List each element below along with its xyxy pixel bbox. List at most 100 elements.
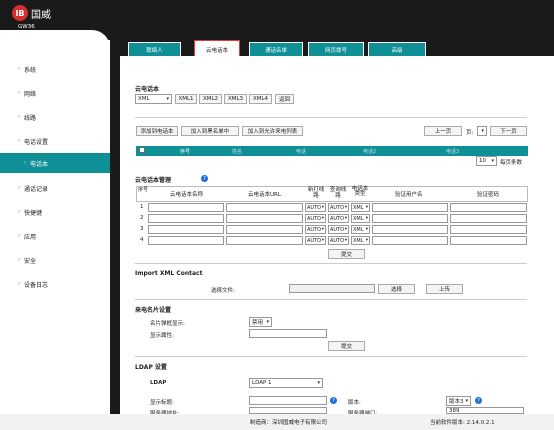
type-select[interactable]: XML [351, 225, 370, 234]
upload-button[interactable]: 上传 [426, 284, 463, 294]
sidebar-item-call-log[interactable]: › 通话记录 [0, 177, 110, 199]
sidebar-item-label: 通话记录 [24, 185, 49, 193]
sidebar-item-label: 应用 [24, 233, 37, 241]
name-input[interactable] [148, 203, 224, 212]
brand-logo: IB 国威 [12, 5, 51, 21]
type-select[interactable]: XML [351, 203, 370, 212]
mgmt-col-index: 序号 [138, 187, 149, 193]
page-select[interactable] [477, 126, 487, 136]
url-input[interactable] [226, 214, 303, 223]
sidebar-item-line[interactable]: › 线路 [0, 106, 110, 128]
add-to-phonebook-button[interactable]: 添加到电话本 [136, 126, 178, 136]
divider [135, 117, 527, 118]
tab-call-list[interactable]: 通话名单 [249, 42, 303, 56]
select-all-checkbox[interactable] [139, 147, 145, 153]
query-line-select[interactable]: AUTO [328, 214, 349, 223]
sidebar-item-phonebook[interactable]: › 电话本 [0, 153, 110, 173]
sidebar-item-device-log[interactable]: › 设备日志 [0, 273, 110, 295]
col-phone: 电话 [296, 149, 307, 155]
next-page-button[interactable]: 下一页 [490, 126, 527, 136]
xml4-button[interactable]: XML4 [249, 94, 272, 104]
password-input[interactable] [450, 225, 527, 234]
version-select[interactable]: 版本3 [446, 396, 471, 406]
version-label: 版本: [348, 400, 361, 406]
url-input[interactable] [226, 236, 303, 245]
firmware-version-text: 当前软件版本: 2.14.0.2.1 [430, 420, 495, 426]
type-select[interactable]: XML [351, 236, 370, 245]
sidebar-item-phone-settings[interactable]: › 电话设置 [0, 130, 110, 152]
sidebar-item-label: 设备日志 [24, 281, 49, 289]
dial-line-select[interactable]: AUTO [305, 203, 326, 212]
info-icon[interactable]: ? [330, 397, 337, 404]
row-index: 2 [140, 215, 144, 221]
username-input[interactable] [372, 214, 448, 223]
password-input[interactable] [450, 236, 527, 245]
sidebar-item-network[interactable]: › 网络 [0, 82, 110, 104]
xml2-button[interactable]: XML2 [199, 94, 222, 104]
info-icon[interactable]: ? [201, 175, 208, 182]
sidebar-item-label: 电话设置 [24, 138, 49, 146]
xml1-button[interactable]: XML1 [175, 94, 197, 104]
tab-advanced[interactable]: 高级 [368, 42, 426, 56]
divider [135, 263, 527, 264]
xml3-button[interactable]: XML3 [224, 94, 247, 104]
sidebar-item-system[interactable]: › 系统 [0, 58, 110, 80]
query-line-select[interactable]: AUTO [328, 203, 349, 212]
mgmt-col-query-line: 查询线路 [329, 187, 347, 199]
info-icon[interactable]: ? [475, 397, 482, 404]
query-line-select[interactable]: AUTO [328, 236, 349, 245]
username-input[interactable] [372, 203, 448, 212]
display-title-input[interactable] [249, 396, 327, 405]
prev-page-button[interactable]: 上一页 [424, 126, 462, 136]
chevron-right-icon: › [24, 160, 26, 166]
back-button[interactable]: 返回 [275, 94, 294, 104]
chevron-right-icon: › [18, 257, 20, 263]
server-address-input[interactable] [249, 407, 327, 414]
mgmt-col-name: 云电话本名称 [170, 192, 204, 198]
col-phone2: 电话2 [363, 149, 377, 155]
display-attr-label: 显示属性: [150, 333, 174, 339]
username-input[interactable] [372, 236, 448, 245]
name-input[interactable] [148, 225, 224, 234]
dial-line-select[interactable]: AUTO [305, 214, 326, 223]
password-input[interactable] [450, 203, 527, 212]
format-select[interactable]: XML [135, 94, 172, 104]
url-input[interactable] [226, 203, 303, 212]
tab-web-dial[interactable]: 网页拨号 [308, 42, 364, 56]
chevron-right-icon: › [18, 66, 20, 72]
sidebar-item-apps[interactable]: › 应用 [0, 225, 110, 247]
server-port-input[interactable]: 389 [446, 407, 524, 414]
query-line-select[interactable]: AUTO [328, 225, 349, 234]
caller-card-title: 来电名片设置 [135, 307, 172, 314]
caller-card-submit-button[interactable]: 提交 [328, 341, 365, 351]
row-index: 3 [140, 226, 144, 232]
display-popup-select[interactable]: 禁用 [249, 317, 272, 327]
display-attr-input[interactable] [249, 329, 327, 338]
sidebar-item-security[interactable]: › 安全 [0, 249, 110, 271]
username-input[interactable] [372, 225, 448, 234]
mgmt-col-username: 验证用户名 [395, 192, 423, 198]
tab-contacts[interactable]: 联络人 [128, 42, 181, 56]
sidebar-item-dsskey[interactable]: › 快捷键 [0, 201, 110, 223]
name-input[interactable] [148, 236, 224, 245]
choose-file-button[interactable]: 选择 [378, 284, 415, 294]
url-input[interactable] [226, 225, 303, 234]
password-input[interactable] [450, 214, 527, 223]
chevron-right-icon: › [18, 114, 20, 120]
add-to-blacklist-button[interactable]: 加入到黑名单中 [181, 126, 239, 136]
per-page-label: 每页条数 [500, 160, 523, 166]
divider [135, 356, 527, 357]
add-to-whitelist-button[interactable]: 加入到允许来电列表 [242, 126, 303, 136]
file-path-field[interactable] [289, 284, 375, 293]
cloud-mgmt-submit-button[interactable]: 提交 [328, 249, 365, 259]
chevron-right-icon: › [18, 233, 20, 239]
dial-line-select[interactable]: AUTO [305, 225, 326, 234]
ldap-select[interactable]: LDAP 1 [249, 378, 323, 388]
per-page-select[interactable]: 10 [476, 156, 497, 166]
sidebar-item-label: 系统 [24, 66, 37, 74]
type-select[interactable]: XML [351, 214, 370, 223]
dial-line-select[interactable]: AUTO [305, 236, 326, 245]
name-input[interactable] [148, 214, 224, 223]
sidebar-item-label: 线路 [24, 114, 37, 122]
chevron-right-icon: › [18, 185, 20, 191]
